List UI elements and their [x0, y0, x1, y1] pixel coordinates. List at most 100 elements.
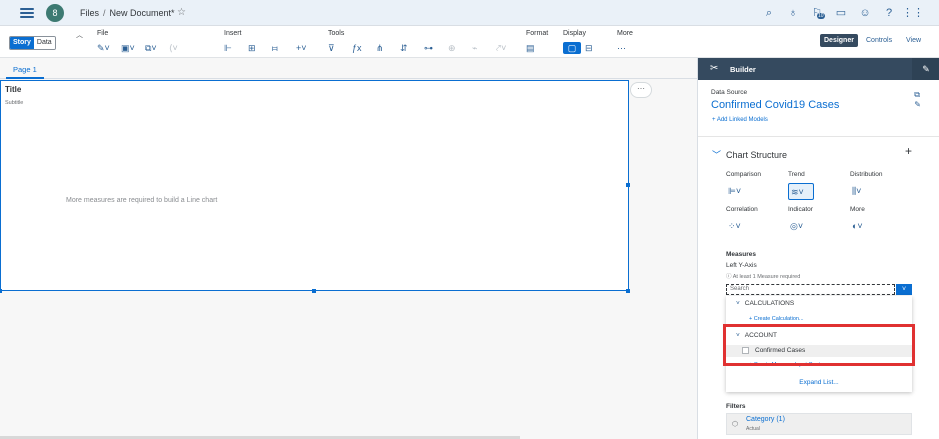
formula-icon[interactable]: ƒx	[352, 42, 376, 54]
toolbar: Story Data ︿ File ✎˅ ▣˅ ⧉˅ ⟨˅ Insert ⊩ ⊞…	[0, 26, 939, 58]
add-linked-models-label: Add Linked Models	[716, 117, 768, 123]
category-filter-value: Actual	[746, 426, 760, 432]
measure-requirement: ⓘ At least 1 Measure required	[726, 272, 800, 280]
filter-icon[interactable]: ⊽	[328, 42, 352, 54]
datasource-name[interactable]: Confirmed Covid19 Cases	[711, 99, 839, 111]
tools-group-label: Tools	[328, 30, 345, 37]
comparison-chart-icon[interactable]: ⊫˅	[726, 183, 752, 200]
chat-icon[interactable]: ▭	[829, 6, 853, 20]
layout-icon[interactable]: ⊟	[585, 42, 609, 54]
category-filter[interactable]: ⬡ Category (1) Actual	[726, 413, 912, 435]
add-icon[interactable]: +	[905, 144, 912, 158]
save-icon[interactable]: ▣˅	[121, 42, 145, 54]
insert-chart-icon[interactable]: ⊩	[224, 42, 248, 54]
chart-subtitle[interactable]: Subtitle	[5, 100, 23, 106]
page-tabs: Page 1	[0, 59, 697, 79]
chart-structure-header[interactable]: ﹀ Chart Structure	[712, 148, 787, 161]
breadcrumb-files[interactable]: Files	[80, 8, 99, 18]
measures-label: Measures	[726, 251, 756, 258]
builder-header: ✂ Builder ✎	[698, 58, 939, 80]
more-options-icon[interactable]: ⋯	[617, 42, 641, 54]
copy-icon[interactable]: ⧉˅	[145, 42, 169, 54]
sort-icon[interactable]: ⇵	[400, 42, 424, 54]
lightbulb-icon[interactable]: ♁	[781, 6, 805, 20]
smart-insights-icon[interactable]: ⌁	[472, 42, 496, 54]
insert-table-icon[interactable]: ⊞	[248, 42, 272, 54]
resize-handle-bottom-left[interactable]	[0, 289, 2, 293]
edit-datasource-icon[interactable]: ✎	[914, 100, 921, 110]
expand-list-link[interactable]: Expand List...	[726, 379, 912, 386]
resize-handle-bottom[interactable]	[312, 289, 316, 293]
chart-title[interactable]: Title	[5, 85, 21, 94]
category-filter-title: Category (1)	[746, 416, 785, 423]
filter-cube-icon: ⬡	[732, 421, 739, 428]
datasource-label: Data Source	[711, 89, 748, 96]
calculations-group-label: CALCULATIONS	[744, 300, 795, 307]
insert-group: Insert ⊩ ⊞ ⧦ +˅	[224, 30, 320, 54]
measure-search-input[interactable]: Search	[726, 284, 895, 295]
shell-bar: 8 Files /New Document* ☆ ⌕ ♁ ⚐10 ▭ ☺ ? ⋮⋮	[0, 0, 939, 26]
view-mode-button[interactable]: View	[902, 34, 925, 47]
left-y-axis-label: Left Y-Axis	[726, 262, 757, 269]
share-icon[interactable]: ⟨˅	[169, 42, 193, 54]
designer-mode-button[interactable]: Designer	[820, 34, 858, 47]
star-icon[interactable]: ☆	[177, 7, 186, 18]
story-data-toggle: Story Data	[9, 36, 56, 50]
trend-chart-icon[interactable]: ≋˅	[788, 183, 814, 200]
indicator-label: Indicator	[788, 206, 813, 213]
calculations-group[interactable]: ˅ CALCULATIONS	[726, 300, 912, 307]
resize-handle-right[interactable]	[626, 183, 630, 187]
more-group: More ⋯	[617, 30, 641, 54]
distribution-chart-icon[interactable]: ⫼˅	[850, 183, 876, 200]
hierarchy-icon[interactable]: ⋔	[376, 42, 400, 54]
highlight-box	[723, 324, 915, 366]
input-control-icon[interactable]: ⊶	[424, 42, 448, 54]
story-tab[interactable]: Story	[10, 37, 34, 49]
avatar[interactable]: 8	[46, 4, 64, 22]
display-group: Display ▢ ⊟	[563, 30, 609, 54]
styling-brush-icon[interactable]: ✎	[912, 58, 939, 80]
grid-apps-icon[interactable]: ⋮⋮	[901, 6, 925, 20]
add-linked-models-link[interactable]: + Add Linked Models	[712, 117, 768, 123]
measure-requirement-text: At least 1 Measure required	[732, 274, 801, 280]
correlation-label: Correlation	[726, 206, 758, 213]
more-charts-icon[interactable]: ◐˅	[850, 218, 876, 235]
copy-datasource-icon[interactable]: ⧉	[914, 90, 921, 100]
indicator-chart-icon[interactable]: ◎˅	[788, 218, 814, 235]
create-calculation-link[interactable]: + Create Calculation...	[726, 316, 912, 322]
tab-page-1[interactable]: Page 1	[6, 59, 44, 79]
insert-more-icon[interactable]: +˅	[296, 42, 320, 54]
breadcrumb-separator: /	[103, 8, 106, 18]
builder-title: Builder	[730, 65, 756, 74]
chart-widget[interactable]: Title Subtitle More measures are require…	[0, 80, 630, 293]
collapse-toolbar-icon[interactable]: ︿	[76, 30, 83, 40]
format-group: Format ▤	[526, 30, 550, 54]
insert-filter-control-icon[interactable]: ⧦	[272, 42, 296, 54]
chevron-down-icon: ˅	[736, 300, 740, 307]
comparison-label: Comparison	[726, 171, 762, 178]
linked-analysis-icon[interactable]: ⊕	[448, 42, 472, 54]
shell-actions: ⌕ ♁ ⚐10 ▭ ☺ ? ⋮⋮	[757, 6, 925, 20]
divider	[698, 136, 939, 137]
widget-more-icon[interactable]: ⋯	[630, 82, 652, 98]
datasource-actions: ⧉ ✎	[914, 90, 921, 110]
distribution-label: Distribution	[850, 171, 883, 178]
help-icon[interactable]: ?	[877, 6, 901, 20]
feedback-icon[interactable]: ☺	[853, 6, 877, 20]
more-charts-label: More	[850, 206, 865, 213]
resize-handle-bottom-right[interactable]	[626, 289, 630, 293]
display-group-label: Display	[563, 30, 586, 37]
correlation-chart-icon[interactable]: ⁘˅	[726, 218, 752, 235]
format-styling-icon[interactable]: ▤	[526, 42, 550, 54]
pin-icon[interactable]: ⤤˅	[496, 42, 520, 54]
search-icon[interactable]: ⌕	[757, 6, 781, 20]
dropdown-chevron-icon[interactable]: ˅	[896, 284, 912, 295]
data-tab[interactable]: Data	[33, 37, 55, 49]
format-group-label: Format	[526, 30, 549, 37]
edit-icon[interactable]: ✎˅	[97, 42, 121, 54]
builder-panel-icon[interactable]: ▢	[563, 42, 581, 54]
notifications-icon[interactable]: ⚐10	[805, 6, 829, 20]
menu-icon[interactable]	[20, 6, 34, 20]
controls-mode-button[interactable]: Controls	[862, 34, 896, 47]
builder-panel: ✂ Builder ✎ Data Source Confirmed Covid1…	[697, 58, 939, 439]
